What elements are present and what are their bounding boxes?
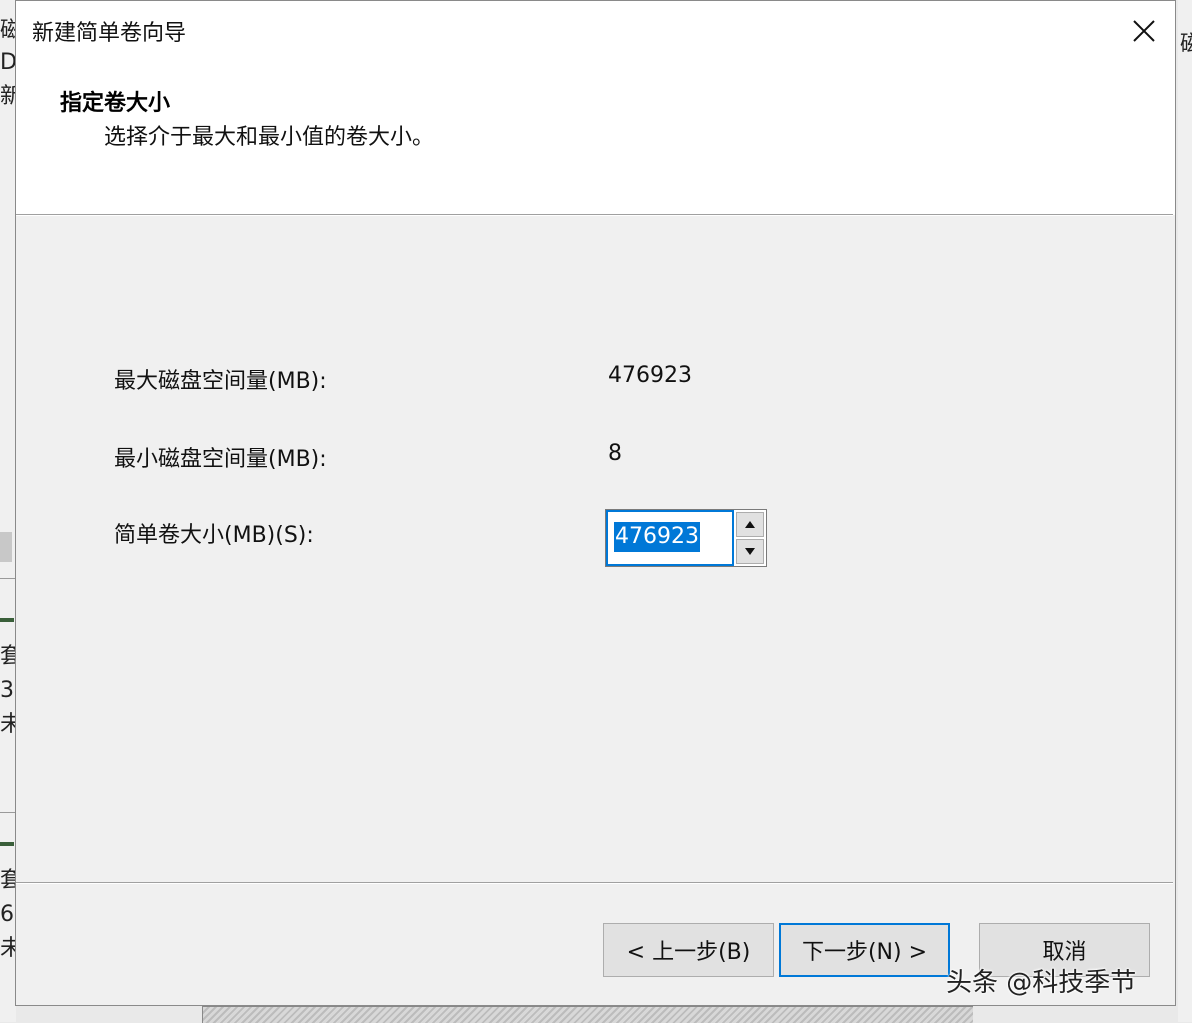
background-divider <box>0 812 16 813</box>
background-disk-strip <box>0 618 14 622</box>
background-text: 套 <box>0 868 16 893</box>
max-size-value: 476923 <box>608 363 692 388</box>
close-button[interactable] <box>1113 1 1175 61</box>
min-size-label: 最小磁盘空间量(MB): <box>114 447 327 472</box>
wizard-header: 指定卷大小 选择介于最大和最小值的卷大小。 <box>16 61 1175 215</box>
volume-size-input[interactable]: 476923 <box>606 510 734 566</box>
close-icon <box>1133 20 1155 42</box>
next-button[interactable]: 下一步(N) > <box>779 923 950 977</box>
spin-buttons <box>734 510 766 566</box>
background-window-left: 磁 D 新 套 3 未 套 6 未 <box>0 0 16 1022</box>
background-text: 3 <box>0 678 14 703</box>
background-text: 未 <box>0 712 16 737</box>
background-scrollbar <box>0 532 12 562</box>
background-divider <box>0 578 16 579</box>
new-simple-volume-wizard-dialog: 新建简单卷向导 指定卷大小 选择介于最大和最小值的卷大小。 最大磁盘空间量(MB… <box>15 0 1176 1006</box>
arrow-down-icon <box>745 548 755 555</box>
page-subtitle: 选择介于最大和最小值的卷大小。 <box>104 125 435 150</box>
volume-size-label: 简单卷大小(MB)(S): <box>114 523 314 548</box>
background-disk-strip <box>0 842 14 846</box>
back-button[interactable]: < 上一步(B) <box>603 923 774 977</box>
background-text: 新 <box>0 84 16 109</box>
watermark-text: 头条 @科技季节 <box>946 968 1137 998</box>
max-size-label: 最大磁盘空间量(MB): <box>114 369 327 394</box>
volume-size-selected-text[interactable]: 476923 <box>614 522 700 552</box>
background-text: 套 <box>0 644 16 669</box>
background-window-right: 磁 <box>1178 0 1192 1022</box>
title-bar[interactable]: 新建简单卷向导 <box>16 1 1175 61</box>
background-text: 磁 <box>0 18 16 43</box>
volume-size-spinbox[interactable]: 476923 <box>605 509 767 567</box>
background-text: 磁 <box>1180 32 1192 57</box>
background-text: D <box>0 50 16 75</box>
arrow-up-icon <box>745 521 755 528</box>
background-text: 未 <box>0 936 16 961</box>
min-size-value: 8 <box>608 441 622 466</box>
page-title: 指定卷大小 <box>60 91 171 116</box>
spin-down-button[interactable] <box>736 539 764 564</box>
background-text: 6 <box>0 902 14 927</box>
window-title: 新建简单卷向导 <box>32 21 187 46</box>
background-hatched-bar <box>202 1006 973 1023</box>
header-divider-highlight <box>16 215 1173 216</box>
spin-up-button[interactable] <box>736 512 764 537</box>
footer-divider-highlight <box>16 883 1173 884</box>
